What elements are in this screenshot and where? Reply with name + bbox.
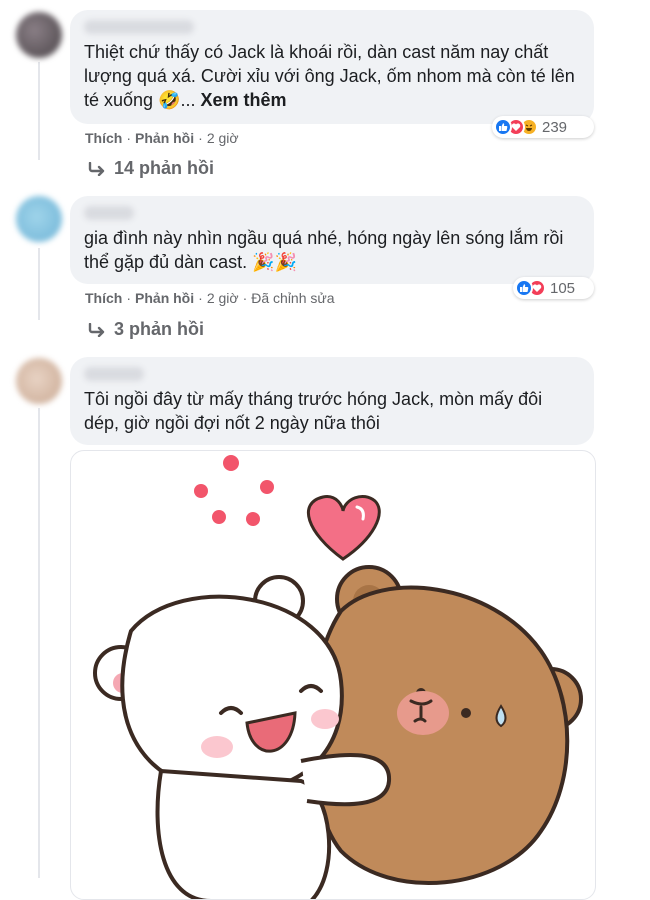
comment-bubble: gia đình này nhìn ngầu quá nhé, hóng ngà… [70, 196, 594, 284]
like-icon [515, 279, 533, 297]
comment-text: gia đình này nhìn ngầu quá nhé, hóng ngà… [84, 228, 564, 272]
comment-actions: Thích · Phản hồi · 2 giờ [85, 130, 239, 146]
comment-text: Tôi ngồi đây từ mấy tháng trước hóng Jac… [84, 389, 543, 433]
decor-dot [223, 455, 239, 471]
thread-line [38, 62, 40, 160]
reply-arrow-icon [88, 161, 105, 176]
see-more-link[interactable]: Xem thêm [201, 90, 287, 110]
avatar[interactable] [16, 196, 62, 242]
reaction-summary[interactable]: 239 [492, 116, 594, 138]
reaction-summary[interactable]: 105 [513, 277, 594, 299]
reply-button[interactable]: Phản hồi [135, 130, 194, 146]
reaction-count: 239 [542, 118, 568, 136]
comment-bubble: Tôi ngồi đây từ mấy tháng trước hóng Jac… [70, 357, 594, 445]
decor-dot [246, 512, 260, 526]
decor-dot [212, 510, 226, 524]
decor-dot [194, 484, 208, 498]
sticker-attachment[interactable] [70, 450, 596, 900]
decor-dot [260, 480, 274, 494]
thread-line [38, 248, 40, 320]
brown-bear [309, 565, 583, 886]
like-icon [494, 118, 512, 136]
comment-actions: Thích · Phản hồi · 2 giờ · Đã chỉnh sửa [85, 290, 335, 306]
comment-bubble: Thiệt chứ thấy có Jack là khoái rồi, dàn… [70, 10, 594, 124]
like-button[interactable]: Thích [85, 290, 122, 306]
comment-text: Thiệt chứ thấy có Jack là khoái rồi, dàn… [84, 42, 575, 110]
avatar[interactable] [16, 358, 62, 404]
timestamp[interactable]: 2 giờ [207, 290, 239, 306]
reply-arrow-icon [88, 322, 105, 337]
replies-count: 14 phản hồi [114, 158, 215, 178]
author-name[interactable] [84, 206, 134, 220]
hugging-bears-sticker [93, 455, 583, 899]
timestamp[interactable]: 2 giờ [207, 130, 239, 146]
like-button[interactable]: Thích [85, 130, 122, 146]
heart-icon [306, 495, 381, 561]
avatar[interactable] [16, 12, 62, 58]
thread-line [38, 408, 40, 878]
view-replies-link[interactable]: 14 phản hồi [88, 158, 214, 179]
edited-label[interactable]: Đã chỉnh sửa [251, 290, 334, 306]
replies-count: 3 phản hồi [114, 319, 204, 339]
author-name[interactable] [84, 367, 144, 381]
reply-button[interactable]: Phản hồi [135, 290, 194, 306]
reaction-count: 105 [550, 279, 576, 297]
author-name[interactable] [84, 20, 194, 34]
view-replies-link[interactable]: 3 phản hồi [88, 319, 204, 340]
